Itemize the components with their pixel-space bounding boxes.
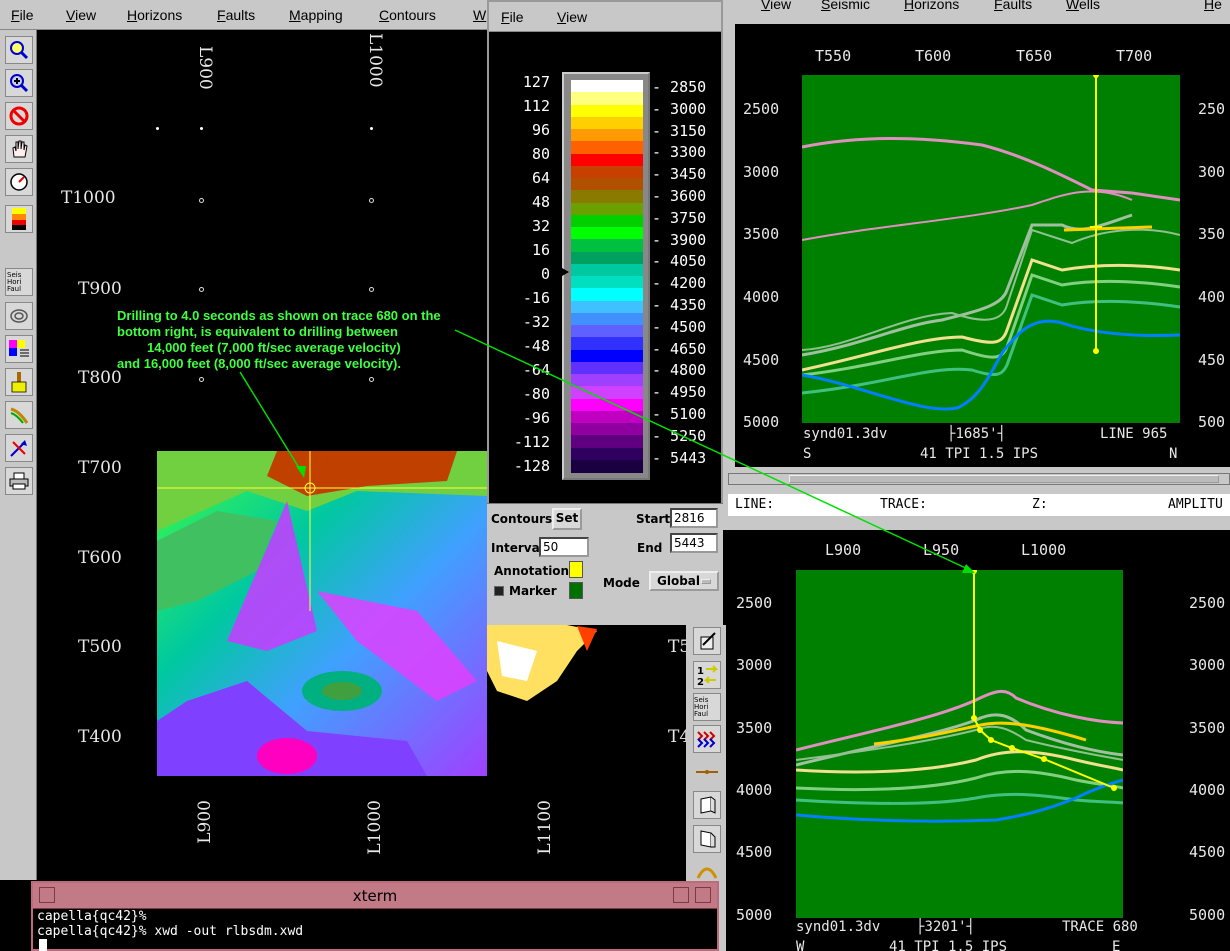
xterm-title: xterm bbox=[352, 887, 398, 905]
xterm-maximize-icon[interactable] bbox=[695, 887, 711, 903]
xterm-line: capella{qc42}% bbox=[37, 909, 147, 924]
xterm-titlebar[interactable]: xterm bbox=[33, 883, 717, 909]
xterm-minimize-icon[interactable] bbox=[673, 887, 689, 903]
xterm-line: capella{qc42}% xwd -out rlbsdm.xwd bbox=[37, 924, 304, 939]
xterm-cursor bbox=[39, 939, 47, 951]
xterm-menu-icon[interactable] bbox=[39, 887, 55, 903]
xterm-window[interactable]: xterm capella{qc42}% capella{qc42}% xwd … bbox=[31, 881, 719, 951]
annotation-arrows bbox=[239, 329, 975, 573]
